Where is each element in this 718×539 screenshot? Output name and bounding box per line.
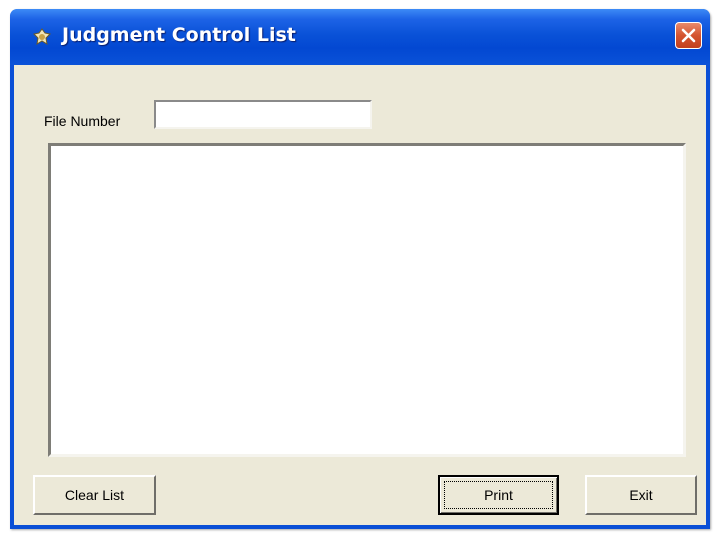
dialog-body: File Number Clear List Print Exit xyxy=(14,65,706,525)
window-title: Judgment Control List xyxy=(62,24,296,46)
print-button-label: Print xyxy=(484,487,513,503)
print-button[interactable]: Print xyxy=(438,475,559,515)
app-icon xyxy=(32,27,52,47)
file-number-input[interactable] xyxy=(154,100,372,129)
exit-button-label: Exit xyxy=(629,487,653,503)
close-button[interactable] xyxy=(675,22,702,49)
exit-button[interactable]: Exit xyxy=(585,475,697,515)
close-icon xyxy=(681,28,696,43)
title-bar[interactable]: Judgment Control List xyxy=(10,9,710,65)
judgment-list-box[interactable] xyxy=(48,143,686,457)
clear-list-button-label: Clear List xyxy=(64,487,125,503)
clear-list-button[interactable]: Clear List xyxy=(33,475,156,515)
judgment-control-list-window: Judgment Control List File Number Clear … xyxy=(10,9,710,529)
file-number-label: File Number xyxy=(44,113,121,129)
